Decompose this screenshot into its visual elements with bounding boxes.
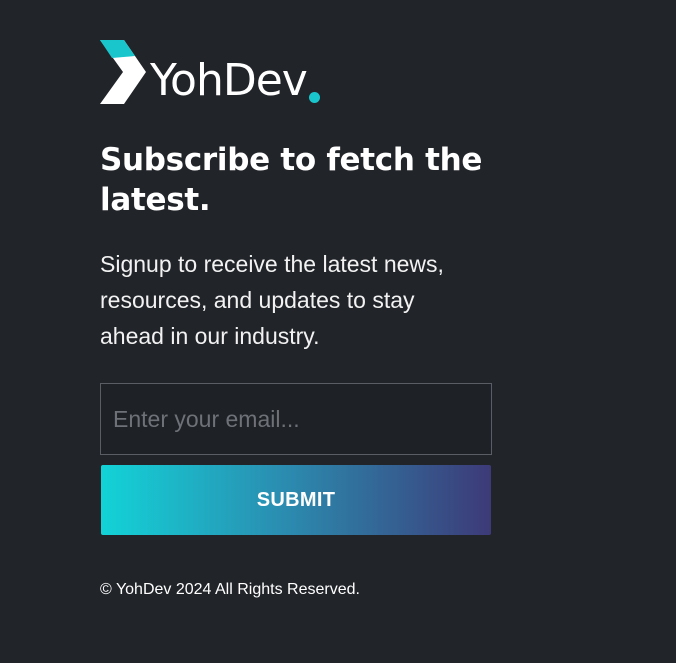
logo-text: YohDev (150, 55, 308, 106)
logo-dot (308, 92, 320, 103)
subscribe-panel: YohDev Subscribe to fetch the latest. Si… (100, 40, 492, 599)
submit-button[interactable]: SUBMIT (101, 465, 491, 535)
email-input[interactable] (100, 383, 492, 455)
description: Signup to receive the latest news, resou… (100, 251, 444, 349)
chevron-arrow-logo-icon (100, 40, 146, 104)
copyright-text: © YohDev 2024 All Rights Reserved. (100, 581, 360, 598)
headline: Subscribe to fetch the latest. (100, 142, 483, 218)
logo: YohDev (100, 40, 492, 104)
